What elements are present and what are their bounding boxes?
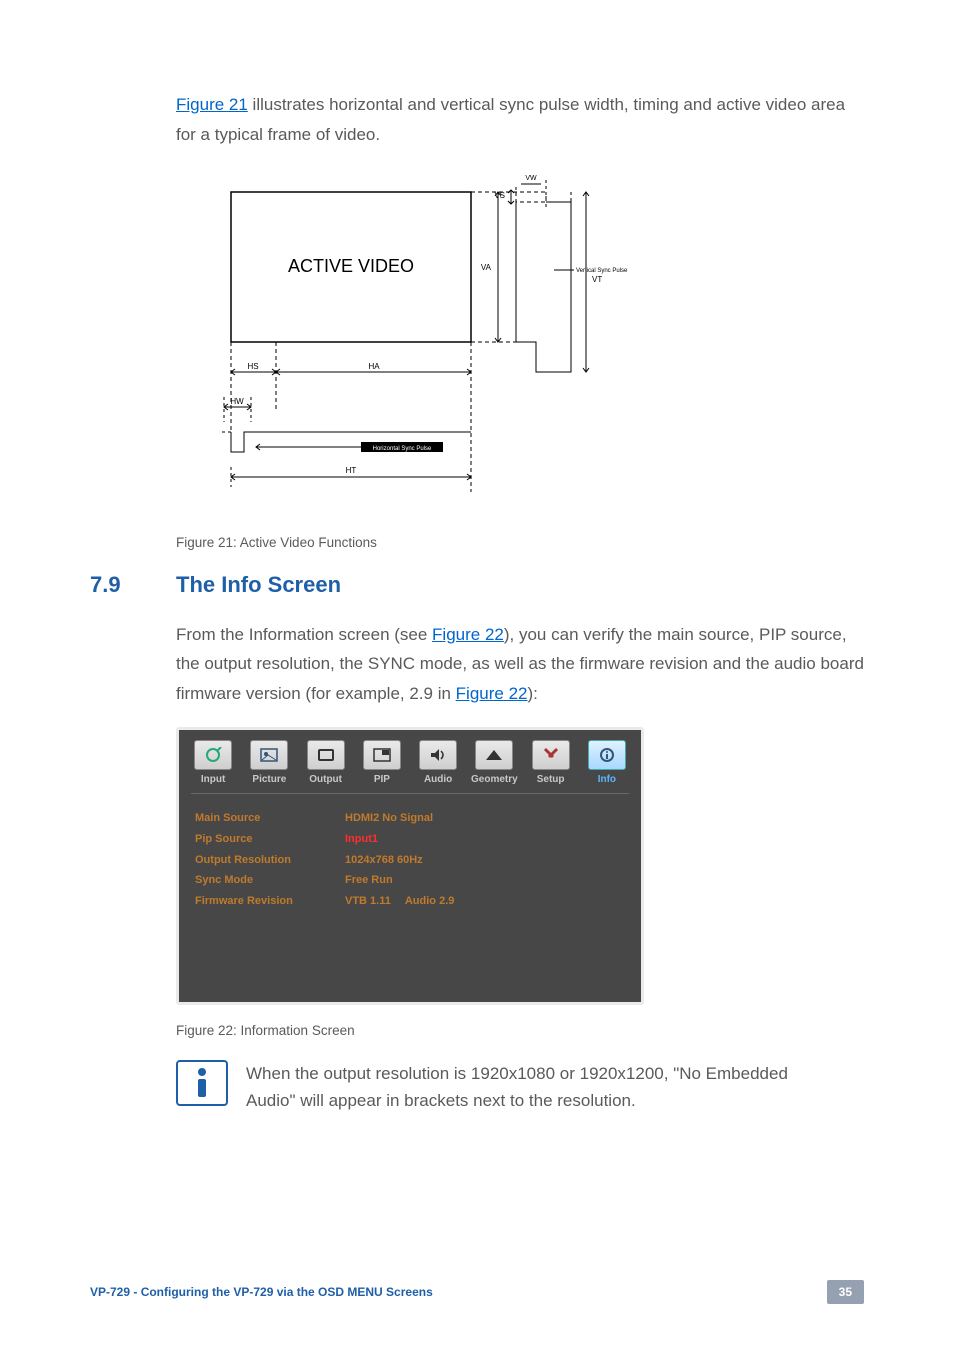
- input-icon: [194, 740, 232, 770]
- osd-tab-label: Output: [309, 774, 342, 785]
- osd-tab-output[interactable]: Output: [302, 740, 350, 785]
- figure-22-osd-screenshot: Input Picture Output PIP Audio: [176, 727, 644, 1005]
- osd-info-body: Main Source HDMI2 No Signal Pip Source I…: [179, 794, 641, 1002]
- svg-text:Horizontal Sync Pulse: Horizontal Sync Pulse: [373, 446, 432, 452]
- svg-text:VA: VA: [481, 263, 492, 272]
- osd-row-value: VTB 1.11: [345, 891, 391, 912]
- osd-row-sync-mode: Sync Mode Free Run: [195, 870, 625, 891]
- figure-22-link-1[interactable]: Figure 22: [432, 625, 504, 644]
- setup-icon: [532, 740, 570, 770]
- osd-row-label: Pip Source: [195, 829, 345, 850]
- svg-text:HT: HT: [346, 466, 357, 475]
- note-info-icon: [176, 1060, 228, 1106]
- svg-text:HS: HS: [247, 362, 258, 371]
- osd-tab-picture[interactable]: Picture: [245, 740, 293, 785]
- footer-page-number: 35: [827, 1280, 864, 1304]
- osd-tab-pip[interactable]: PIP: [358, 740, 406, 785]
- intro-rest: illustrates horizontal and vertical sync…: [176, 95, 845, 144]
- osd-tab-audio[interactable]: Audio: [414, 740, 462, 785]
- section-number: 7.9: [90, 572, 176, 598]
- figure-22-caption: Figure 22: Information Screen: [176, 1023, 864, 1038]
- section-title: The Info Screen: [176, 572, 341, 598]
- figure-22-link-2[interactable]: Figure 22: [456, 684, 528, 703]
- osd-row-firmware-revision: Firmware Revision VTB 1.11 Audio 2.9: [195, 891, 625, 912]
- osd-tab-setup[interactable]: Setup: [527, 740, 575, 785]
- svg-text:Vertical Sync Pulse: Vertical Sync Pulse: [576, 268, 628, 274]
- info-text-end: ):: [527, 684, 537, 703]
- figure-21-link[interactable]: Figure 21: [176, 95, 248, 114]
- osd-row-label: Output Resolution: [195, 850, 345, 871]
- figure-21-diagram: ACTIVE VIDEO VW VS VA: [176, 172, 676, 517]
- osd-row-value-2: Audio 2.9: [405, 891, 455, 912]
- info-paragraph: From the Information screen (see Figure …: [176, 620, 864, 709]
- info-note: When the output resolution is 1920x1080 …: [176, 1060, 864, 1114]
- svg-text:VW: VW: [525, 175, 537, 182]
- osd-tab-label: Audio: [424, 774, 452, 785]
- osd-row-label: Firmware Revision: [195, 891, 345, 912]
- osd-row-value: HDMI2 No Signal: [345, 808, 433, 829]
- osd-row-value: 1024x768 60Hz: [345, 850, 423, 871]
- footer-title: VP-729 - Configuring the VP-729 via the …: [90, 1285, 433, 1299]
- osd-row-label: Sync Mode: [195, 870, 345, 891]
- output-icon: [307, 740, 345, 770]
- geometry-icon: [475, 740, 513, 770]
- osd-row-main-source: Main Source HDMI2 No Signal: [195, 808, 625, 829]
- osd-tab-label: Geometry: [471, 774, 518, 785]
- osd-row-value: Input1: [345, 829, 378, 850]
- osd-tab-info[interactable]: Info: [583, 740, 631, 785]
- svg-text:HA: HA: [368, 362, 380, 371]
- figure-21-caption: Figure 21: Active Video Functions: [176, 535, 864, 550]
- intro-paragraph: Figure 21 illustrates horizontal and ver…: [176, 90, 864, 150]
- info-text-pre: From the Information screen (see: [176, 625, 432, 644]
- osd-tab-bar: Input Picture Output PIP Audio: [179, 730, 641, 785]
- osd-row-pip-source: Pip Source Input1: [195, 829, 625, 850]
- osd-tab-geometry[interactable]: Geometry: [470, 740, 518, 785]
- picture-icon: [250, 740, 288, 770]
- svg-text:VT: VT: [592, 275, 602, 284]
- svg-text:HW: HW: [230, 397, 244, 406]
- osd-tab-input[interactable]: Input: [189, 740, 237, 785]
- page-footer: VP-729 - Configuring the VP-729 via the …: [90, 1280, 864, 1304]
- osd-row-value: Free Run: [345, 870, 393, 891]
- svg-text:ACTIVE VIDEO: ACTIVE VIDEO: [288, 256, 414, 276]
- osd-tab-label: Input: [201, 774, 225, 785]
- section-7-9-heading: 7.9 The Info Screen: [90, 572, 864, 598]
- osd-row-label: Main Source: [195, 808, 345, 829]
- info-icon: [588, 740, 626, 770]
- osd-row-output-resolution: Output Resolution 1024x768 60Hz: [195, 850, 625, 871]
- pip-icon: [363, 740, 401, 770]
- note-text: When the output resolution is 1920x1080 …: [246, 1060, 806, 1114]
- osd-tab-label: Setup: [537, 774, 565, 785]
- osd-tab-label: Info: [598, 774, 616, 785]
- audio-icon: [419, 740, 457, 770]
- osd-tab-label: Picture: [252, 774, 286, 785]
- osd-tab-label: PIP: [374, 774, 390, 785]
